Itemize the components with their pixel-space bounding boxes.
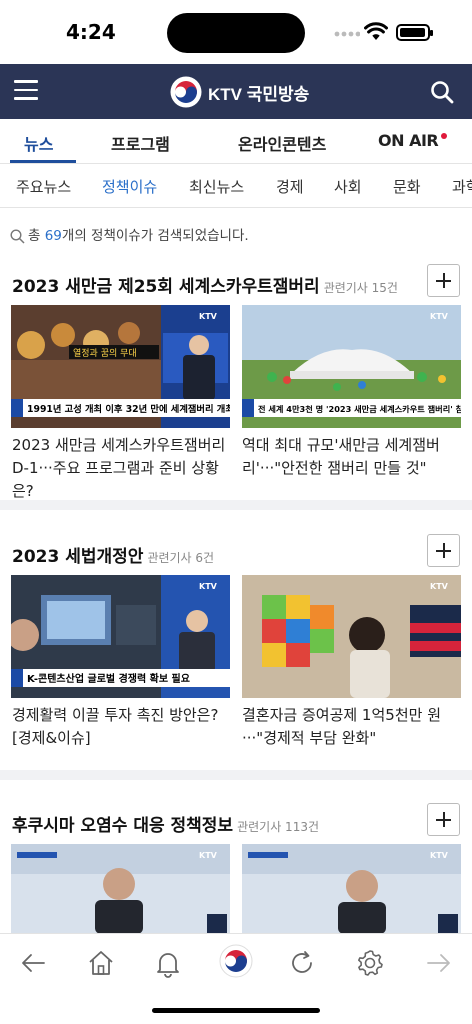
briefing-thumbnail: KTV	[242, 844, 461, 934]
brand-name: KTV 국민방송	[208, 84, 310, 104]
economy-studio-thumbnail: K-콘텐츠산업 글로벌 경쟁력 확보 필요 KTV	[11, 575, 230, 698]
section-title[interactable]: 2023 새만금 제25회 세계스카우트잼버리 관련기사 15건	[12, 272, 398, 297]
ktv-home-logo-icon[interactable]	[219, 944, 253, 978]
article-thumbnail[interactable]: KTV	[242, 575, 461, 698]
add-button[interactable]	[427, 264, 460, 297]
forward-arrow-icon[interactable]	[424, 948, 454, 978]
dynamic-island	[167, 13, 305, 53]
home-icon[interactable]	[86, 948, 116, 978]
add-button[interactable]	[427, 534, 460, 567]
subtab-latest-news[interactable]: 최신뉴스	[189, 176, 244, 197]
subtab-society[interactable]: 사회	[334, 176, 362, 197]
section-title-text: 후쿠시마 오염수 대응 정책정보	[12, 816, 234, 836]
related-count: 관련기사 113건	[237, 820, 319, 834]
ktv-watermark: KTV	[199, 312, 218, 321]
related-count: 관련기사 15건	[323, 281, 398, 295]
article-caption[interactable]: 역대 최대 규모'새만금 세계잼버리'···"안전한 잼버리 만들 것"	[242, 434, 464, 480]
magnifier-icon	[10, 228, 25, 244]
result-suffix: 개의 정책이슈가 검색되었습니다.	[61, 228, 249, 244]
active-tab-indicator	[10, 160, 76, 163]
section-title[interactable]: 후쿠시마 오염수 대응 정책정보 관련기사 113건	[12, 811, 319, 836]
article-thumbnail[interactable]: KTV	[11, 844, 230, 934]
tab-online-contents[interactable]: 온라인콘텐츠	[238, 131, 326, 155]
related-count: 관련기사 6건	[147, 551, 215, 565]
article-caption[interactable]: 경제활력 이끌 투자 촉진 방안은? [경제&이슈]	[12, 704, 234, 750]
thumb-banner-text: 전 세계 4만3천 명 '2023 새만금 세계스카우트 잼버리' 참가	[258, 404, 461, 414]
search-result-count: 총 69개의 정책이슈가 검색되었습니다.	[10, 224, 249, 244]
jamboree-stage-thumbnail: 열정과 꿈의 무대 1991년 고성 개최 이후 32년 만에 세계잼버리 개최…	[11, 305, 230, 428]
thumb-banner-text: K-콘텐츠산업 글로벌 경쟁력 확보 필요	[27, 672, 190, 685]
result-prefix: 총	[28, 228, 45, 244]
article-caption[interactable]: 결혼자금 증여공제 1억5천만 원···"경제적 부담 완화"	[242, 704, 464, 750]
article-thumbnail[interactable]: K-콘텐츠산업 글로벌 경쟁력 확보 필요 KTV	[11, 575, 230, 698]
add-button[interactable]	[427, 803, 460, 836]
section-title-text: 2023 새만금 제25회 세계스카우트잼버리	[12, 277, 320, 297]
tab-on-air[interactable]: ON AIR	[378, 131, 448, 150]
cellular-signal-icon	[334, 31, 360, 37]
settings-gear-icon[interactable]	[355, 948, 385, 978]
sub-tabs: 주요뉴스 정책이슈 최신뉴스 경제 사회 문화 과학	[0, 164, 472, 208]
ktv-watermark: KTV	[430, 312, 449, 321]
section-title[interactable]: 2023 세법개정안 관련기사 6건	[12, 542, 214, 567]
menu-icon[interactable]	[14, 80, 38, 100]
bell-icon[interactable]	[153, 948, 183, 978]
article-caption[interactable]: 2023 새만금 세계스카우트잼버리 D-1···주요 프로그램과 준비 상황은…	[12, 434, 234, 503]
tab-programs[interactable]: 프로그램	[111, 131, 170, 155]
subtab-policy-issues[interactable]: 정책이슈	[102, 176, 157, 197]
briefing-thumbnail: KTV	[11, 844, 230, 934]
battery-icon	[396, 24, 433, 41]
brand-logo[interactable]: KTV 국민방송	[170, 76, 309, 108]
article-thumbnail[interactable]: 전 세계 4만3천 명 '2023 새만금 세계스카우트 잼버리' 참가 KTV	[242, 305, 461, 428]
search-icon[interactable]	[430, 80, 454, 104]
ktv-watermark: KTV	[430, 582, 449, 591]
section-separator	[0, 500, 472, 510]
thumb-overlay-text: 열정과 꿈의 무대	[73, 348, 137, 359]
refresh-icon[interactable]	[287, 948, 317, 978]
main-tabs: 뉴스 프로그램 온라인콘텐츠 ON AIR	[0, 119, 472, 164]
child-blocks-thumbnail: KTV	[242, 575, 461, 698]
tab-news[interactable]: 뉴스	[24, 131, 53, 155]
article-thumbnail[interactable]: 열정과 꿈의 무대 1991년 고성 개최 이후 32년 만에 세계잼버리 개최…	[11, 305, 230, 428]
taegeuk-logo-icon	[170, 76, 202, 108]
subtab-economy[interactable]: 경제	[276, 176, 304, 197]
ktv-watermark: KTV	[199, 582, 218, 591]
home-indicator	[152, 1008, 320, 1013]
section-title-text: 2023 세법개정안	[12, 547, 144, 567]
status-time: 4:24	[66, 20, 116, 44]
article-thumbnail[interactable]: KTV	[242, 844, 461, 934]
thumb-banner-text: 1991년 고성 개최 이후 32년 만에 세계잼버리 개최	[27, 403, 230, 415]
back-arrow-icon[interactable]	[18, 948, 48, 978]
app-header: KTV 국민방송	[0, 64, 472, 119]
jamboree-campsite-thumbnail: 전 세계 4만3천 명 '2023 새만금 세계스카우트 잼버리' 참가 KTV	[242, 305, 461, 428]
ktv-watermark: KTV	[430, 851, 449, 860]
live-dot	[441, 133, 448, 139]
subtab-top-news[interactable]: 주요뉴스	[16, 176, 71, 197]
section-separator	[0, 770, 472, 780]
tab-on-air-label: ON AIR	[378, 131, 439, 150]
result-count: 69	[44, 228, 62, 244]
subtab-science[interactable]: 과학	[452, 176, 472, 197]
wifi-icon	[364, 22, 388, 40]
ktv-watermark: KTV	[199, 851, 218, 860]
status-bar: 4:24	[0, 0, 472, 64]
subtab-culture[interactable]: 문화	[393, 176, 421, 197]
